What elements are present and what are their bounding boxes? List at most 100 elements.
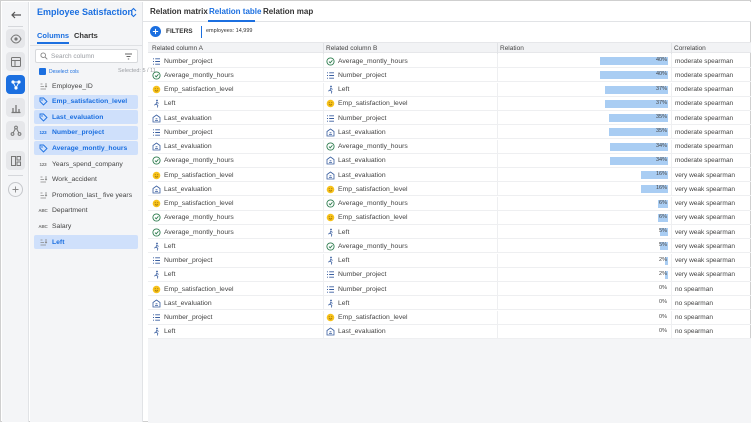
network-icon[interactable] — [6, 121, 25, 140]
table-row[interactable]: Emp_satisfaction_level Left 37% moderate sp… — [148, 82, 751, 97]
smiley-icon — [326, 185, 335, 194]
tab-columns[interactable]: Columns — [37, 31, 69, 40]
clock-icon — [326, 142, 335, 151]
column-item[interactable]: Last_evaluation — [34, 110, 138, 125]
table-row[interactable]: Average_montly_hours Last_evaluation 34% mo… — [148, 153, 751, 168]
header-related-column-b[interactable]: Related column B — [326, 45, 377, 52]
relation-cell: 16% — [498, 168, 670, 182]
table-row[interactable]: Left Average_montly_hours 5% very weak spea… — [148, 239, 751, 254]
table-row[interactable]: Average_montly_hours Left 5% very weak spea… — [148, 225, 751, 239]
correlation-value: very weak spearman — [675, 200, 735, 207]
relation-cell: 34% — [498, 154, 670, 168]
related-column-b: Left — [326, 254, 349, 268]
table-row[interactable]: Emp_satisfaction_level Last_evaluation 16%… — [148, 168, 751, 182]
related-column-a: Emp_satisfaction_level — [152, 197, 234, 211]
relation-cell: 2% — [498, 268, 670, 282]
header-related-column-a[interactable]: Related column A — [152, 45, 203, 52]
table-row[interactable]: Average_montly_hours Number_project 40% mod… — [148, 68, 751, 83]
eye-icon[interactable] — [6, 29, 25, 48]
column-separator — [671, 310, 672, 325]
table-row[interactable]: Emp_satisfaction_level Average_montly_hou… — [148, 196, 751, 211]
column-separator — [497, 196, 498, 211]
column-item[interactable]: Promotion_last_ five years — [34, 188, 138, 202]
table-row[interactable]: Number_project Emp_satisfaction_level 0% no… — [148, 310, 751, 325]
table-row[interactable]: Last_evaluation Average_montly_hours 34% mo… — [148, 139, 751, 154]
app-window: Employee Satisfaction Columns Charts Sea… — [0, 0, 751, 423]
column-item[interactable]: Work_accident — [34, 173, 138, 187]
tab-charts[interactable]: Charts — [74, 31, 98, 40]
evaluation-icon — [326, 128, 335, 137]
relation-cell: 37% — [498, 97, 670, 111]
dashboard-icon[interactable] — [6, 151, 25, 170]
table-row[interactable]: Last_evaluation Emp_satisfaction_level 16%… — [148, 182, 751, 197]
header-relation[interactable]: Relation — [500, 45, 524, 52]
table-row[interactable]: Number_project Last_evaluation 35% moderate… — [148, 125, 751, 140]
correlation-value: moderate spearman — [675, 143, 734, 150]
relation-value: 40% — [655, 57, 667, 63]
filter-icon[interactable] — [124, 52, 133, 61]
numeric-icon: 123 — [38, 159, 48, 169]
related-column-b-label: Last_evaluation — [338, 157, 386, 165]
relations-icon[interactable] — [6, 75, 25, 94]
table-row[interactable]: Emp_satisfaction_level Number_project 0% no… — [148, 282, 751, 296]
smiley-icon — [326, 213, 335, 222]
correlation-value: very weak spearman — [675, 242, 735, 250]
column-item[interactable]: 123 Years_spend_company — [34, 157, 138, 171]
related-column-b: Emp_satisfaction_level — [326, 311, 408, 325]
column-item[interactable]: ABC Salary — [34, 219, 138, 233]
column-type-label: ABC — [38, 208, 48, 214]
table-row[interactable]: Last_evaluation Number_project 35% moderate… — [148, 111, 751, 125]
column-item[interactable]: 123 Number_project — [34, 125, 138, 140]
back-icon[interactable] — [6, 5, 25, 24]
add-filter-button[interactable] — [150, 26, 161, 37]
table-row[interactable]: Left Emp_satisfaction_level 37% moderate sp… — [148, 96, 751, 111]
table-header: Related column A Related column B Relati… — [148, 42, 751, 54]
deselect-cols-button[interactable]: Deselect cols — [39, 68, 79, 75]
header-separator — [671, 43, 672, 54]
related-column-b-label: Number_project — [338, 271, 387, 279]
table-row[interactable]: Number_project Average_montly_hours 40% mod… — [148, 54, 751, 68]
filters-label[interactable]: FILTERS — [166, 28, 193, 35]
column-item[interactable]: Emp_satisfaction_level — [34, 94, 138, 109]
plus-icon — [152, 28, 159, 35]
related-column-b-label: Left — [338, 228, 350, 236]
table-row[interactable]: Number_project Left 2% very weak spearman — [148, 253, 751, 268]
related-column-b-label: Last_evaluation — [338, 128, 386, 136]
search-input[interactable]: Search column — [35, 49, 138, 63]
tab-relation-table[interactable]: Relation table — [209, 7, 261, 16]
table-row[interactable]: Average_montly_hours Emp_satisfaction_lev… — [148, 210, 751, 225]
related-column-a: Emp_satisfaction_level — [152, 168, 234, 182]
plus-icon[interactable] — [8, 182, 23, 197]
column-item[interactable]: Left — [34, 235, 138, 249]
layout-icon[interactable] — [6, 52, 25, 71]
related-column-b-label: Last_evaluation — [338, 328, 386, 336]
column-item-label: Department — [52, 207, 88, 215]
relation-value: 5% — [659, 228, 667, 234]
column-separator — [323, 267, 324, 282]
correlation-value: moderate spearman — [675, 157, 734, 165]
correlation-value: moderate spearman — [675, 86, 734, 93]
table-row[interactable]: Last_evaluation Left 0% no spearman — [148, 296, 751, 311]
dataset-title[interactable]: Employee Satisfaction — [37, 7, 133, 17]
column-separator — [497, 324, 498, 339]
smiley-icon — [326, 99, 335, 108]
exit-icon — [326, 299, 335, 308]
header-correlation[interactable]: Correlation — [674, 45, 706, 52]
bar-chart-icon[interactable] — [6, 98, 25, 117]
related-column-a: Number_project — [152, 125, 212, 139]
tab-relation-map[interactable]: Relation map — [263, 7, 313, 16]
table-row[interactable]: Left Number_project 2% very weak spearman — [148, 267, 751, 282]
evaluation-icon — [152, 185, 161, 194]
column-item-label: Last_evaluation — [52, 113, 104, 121]
dataset-switch-icon[interactable] — [129, 7, 138, 18]
column-item[interactable]: ABC Department — [34, 204, 138, 218]
related-column-a: Number_project — [152, 254, 212, 268]
tab-relation-matrix[interactable]: Relation matrix — [150, 7, 208, 16]
related-column-a-label: Average_montly_hours — [164, 157, 234, 165]
column-item[interactable]: Average_montly_hours — [34, 141, 138, 156]
evaluation-icon — [326, 156, 335, 165]
exit-icon — [152, 99, 161, 108]
table-row[interactable]: Left Last_evaluation 0% no spearman — [148, 324, 751, 339]
related-column-b: Emp_satisfaction_level — [326, 97, 408, 111]
column-item[interactable]: Employee_ID — [34, 79, 138, 93]
